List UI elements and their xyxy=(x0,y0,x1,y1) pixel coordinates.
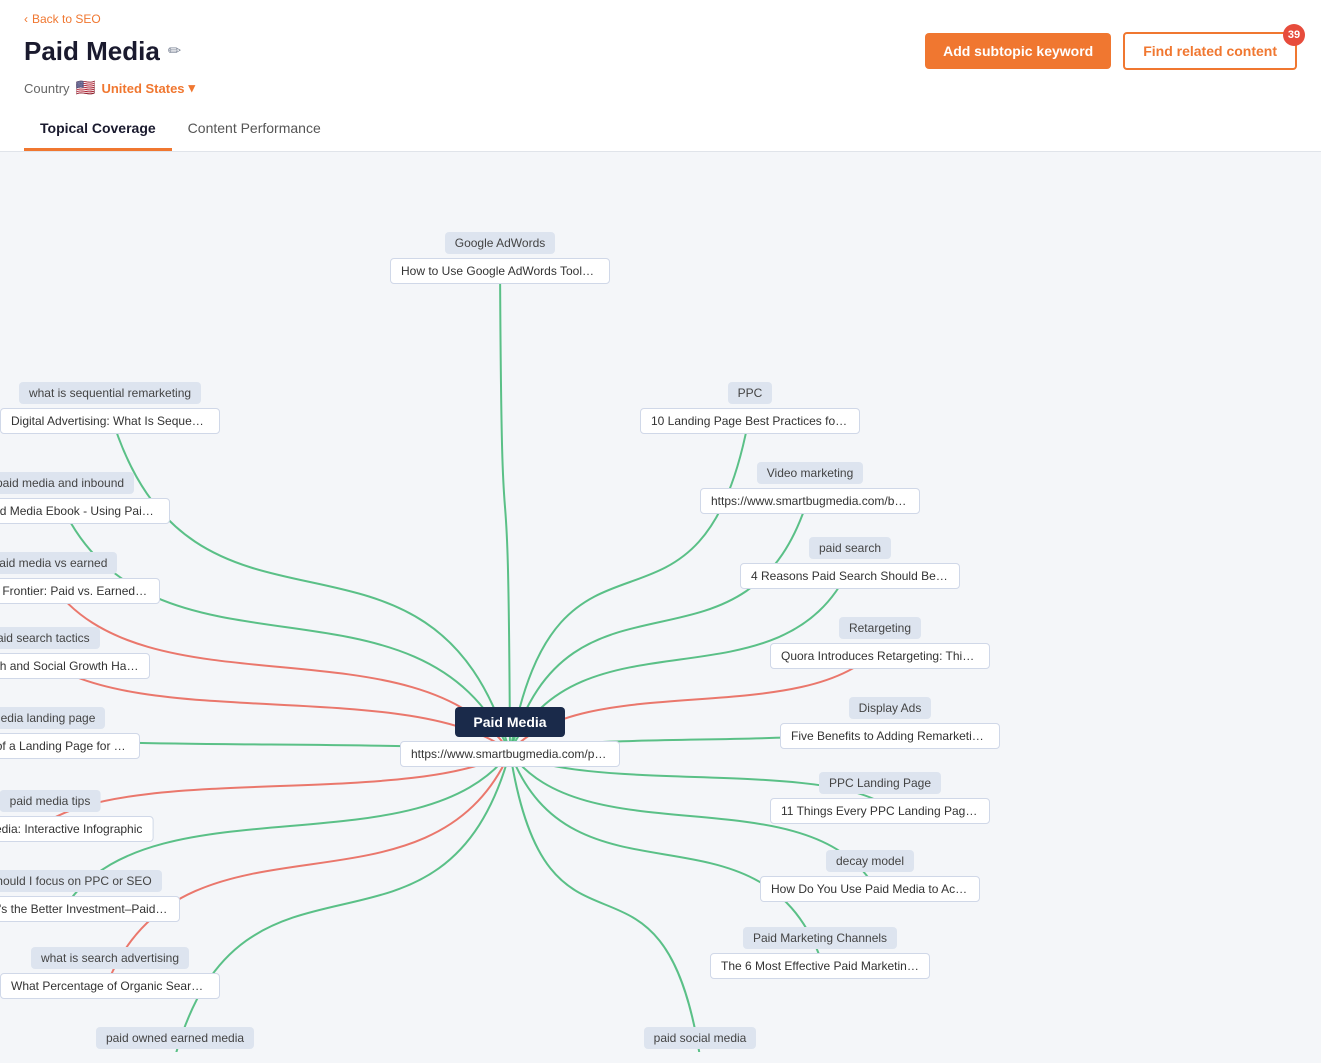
node-topic-label: Video marketing xyxy=(757,462,864,484)
topic-node-n11[interactable]: Display Ads Five Benefits to Adding Remar… xyxy=(780,697,1000,749)
topic-node-n15[interactable]: decay model How Do You Use Paid Media to … xyxy=(760,850,980,902)
node-content-link[interactable]: Paid Media: Interactive Infographic xyxy=(0,816,153,842)
topic-node-n13[interactable]: PPC Landing Page 11 Things Every PPC Land… xyxy=(770,772,990,824)
node-content-link[interactable]: The 6 Most Effective Paid Marketing Ch..… xyxy=(710,953,930,979)
node-content-link[interactable]: How Do You Use Paid Media to Acceler... xyxy=(760,876,980,902)
node-content-link[interactable]: The New Frontier: Paid vs. Earned Media xyxy=(0,578,160,604)
node-content-link[interactable]: https://www.smartbugmedia.com/blog... xyxy=(700,488,920,514)
node-topic-label: paid media landing page xyxy=(0,707,105,729)
node-content-link[interactable]: How to Use Google AdWords Tools to R... xyxy=(390,258,610,284)
topic-node-n10[interactable]: paid media landing page The Design of a L… xyxy=(0,707,140,759)
center-topic: Paid Media xyxy=(455,707,564,737)
node-topic-label: PPC xyxy=(728,382,773,404)
top-bar: ‹ Back to SEO Paid Media ✏ Add subtopic … xyxy=(0,0,1321,152)
tab-content-performance[interactable]: Content Performance xyxy=(172,110,337,151)
topic-node-n14[interactable]: Should I focus on PPC or SEO What's the B… xyxy=(0,870,180,922)
node-content-link[interactable]: What's the Better Investment–Paid Sear..… xyxy=(0,896,180,922)
node-topic-label: paid search xyxy=(809,537,891,559)
topic-node-n4[interactable]: paid media and inbound LP: Paid Media Ebo… xyxy=(0,472,170,524)
node-topic-label: Retargeting xyxy=(839,617,921,639)
back-to-seo-link[interactable]: ‹ Back to SEO xyxy=(24,12,1297,26)
node-content-link[interactable]: Quora Introduces Retargeting: This We... xyxy=(770,643,990,669)
node-content-link[interactable]: 4 Reasons Paid Search Should Be Part o..… xyxy=(740,563,960,589)
header-actions: Add subtopic keyword Find related conten… xyxy=(925,32,1297,70)
topic-node-n18[interactable]: paid owned earned mediaThe Paid Media KP… xyxy=(65,1027,285,1052)
node-topic-label: PPC Landing Page xyxy=(819,772,941,794)
page-title: Paid Media xyxy=(24,36,160,67)
country-label: Country xyxy=(24,81,70,96)
main-content: Paid Media https://www.smartbugmedia.com… xyxy=(0,152,1321,1052)
node-content-link[interactable]: Paid Search and Social Growth Hacking ..… xyxy=(0,653,150,679)
topic-node-n16[interactable]: what is search advertising What Percentag… xyxy=(0,947,220,999)
node-topic-label: Google AdWords xyxy=(445,232,556,254)
center-node[interactable]: Paid Media https://www.smartbugmedia.com… xyxy=(400,707,620,767)
topic-node-n8[interactable]: paid search tactics Paid Search and Socia… xyxy=(0,627,150,679)
node-topic-label: Display Ads xyxy=(849,697,932,719)
topic-node-n5[interactable]: Video marketing https://www.smartbugmedia… xyxy=(700,462,920,514)
topic-node-n12[interactable]: paid media tips Paid Media: Interactive I… xyxy=(0,790,153,842)
node-content-link[interactable]: The Design of a Landing Page for Your ..… xyxy=(0,733,140,759)
node-topic-label: paid media and inbound xyxy=(0,472,134,494)
node-topic-label: Paid Marketing Channels xyxy=(743,927,897,949)
node-content-link[interactable]: Five Benefits to Adding Remarketing to .… xyxy=(780,723,1000,749)
tab-topical-coverage[interactable]: Topical Coverage xyxy=(24,110,172,151)
node-topic-label: Should I focus on PPC or SEO xyxy=(0,870,162,892)
topic-node-n7[interactable]: paid search 4 Reasons Paid Search Should … xyxy=(740,537,960,589)
node-topic-label: paid media tips xyxy=(0,790,100,812)
flag-icon: 🇺🇸 xyxy=(76,78,96,98)
topic-node-n3[interactable]: PPC 10 Landing Page Best Practices for PP… xyxy=(640,382,860,434)
node-content-link[interactable]: What Percentage of Organic Search Sh... xyxy=(0,973,220,999)
topic-node-n6[interactable]: paid media vs earned The New Frontier: Pa… xyxy=(0,552,160,604)
edit-icon[interactable]: ✏ xyxy=(168,41,181,61)
node-topic-label: paid media vs earned xyxy=(0,552,117,574)
node-content-link[interactable]: 11 Things Every PPC Landing Page Needs xyxy=(770,798,990,824)
node-topic-label: paid search tactics xyxy=(0,627,100,649)
topic-node-n9[interactable]: Retargeting Quora Introduces Retargeting:… xyxy=(770,617,990,669)
topic-node-n19[interactable]: paid social mediaWhich Paid Media Channe… xyxy=(590,1027,810,1052)
node-topic-label: what is search advertising xyxy=(31,947,189,969)
topic-node-n17[interactable]: Paid Marketing Channels The 6 Most Effect… xyxy=(710,927,930,979)
tabs: Topical Coverage Content Performance xyxy=(24,110,1297,151)
topic-node-n2[interactable]: what is sequential remarketing Digital Ad… xyxy=(0,382,220,434)
node-topic-label: paid social media xyxy=(644,1027,757,1049)
node-content-link[interactable]: 10 Landing Page Best Practices for PPC .… xyxy=(640,408,860,434)
connections-svg xyxy=(20,172,1301,1052)
node-topic-label: paid owned earned media xyxy=(96,1027,254,1049)
header-row: Paid Media ✏ Add subtopic keyword Find r… xyxy=(24,32,1297,70)
country-row: Country 🇺🇸 United States ▾ xyxy=(24,78,1297,106)
graph-container: Paid Media https://www.smartbugmedia.com… xyxy=(20,172,1301,1052)
title-section: Paid Media ✏ xyxy=(24,36,181,67)
badge-count: 39 xyxy=(1283,24,1305,46)
add-subtopic-button[interactable]: Add subtopic keyword xyxy=(925,33,1111,69)
node-topic-label: decay model xyxy=(826,850,914,872)
back-chevron-icon: ‹ xyxy=(24,12,28,26)
center-content[interactable]: https://www.smartbugmedia.com/paid-... xyxy=(400,741,620,767)
node-topic-label: what is sequential remarketing xyxy=(19,382,201,404)
node-content-link[interactable]: LP: Paid Media Ebook - Using Paid Medi..… xyxy=(0,498,170,524)
country-selector[interactable]: United States ▾ xyxy=(101,80,195,96)
topic-node-n1[interactable]: Google AdWords How to Use Google AdWords … xyxy=(390,232,610,284)
node-content-link[interactable]: Digital Advertising: What Is Sequential … xyxy=(0,408,220,434)
find-related-button[interactable]: Find related content 39 xyxy=(1123,32,1297,70)
